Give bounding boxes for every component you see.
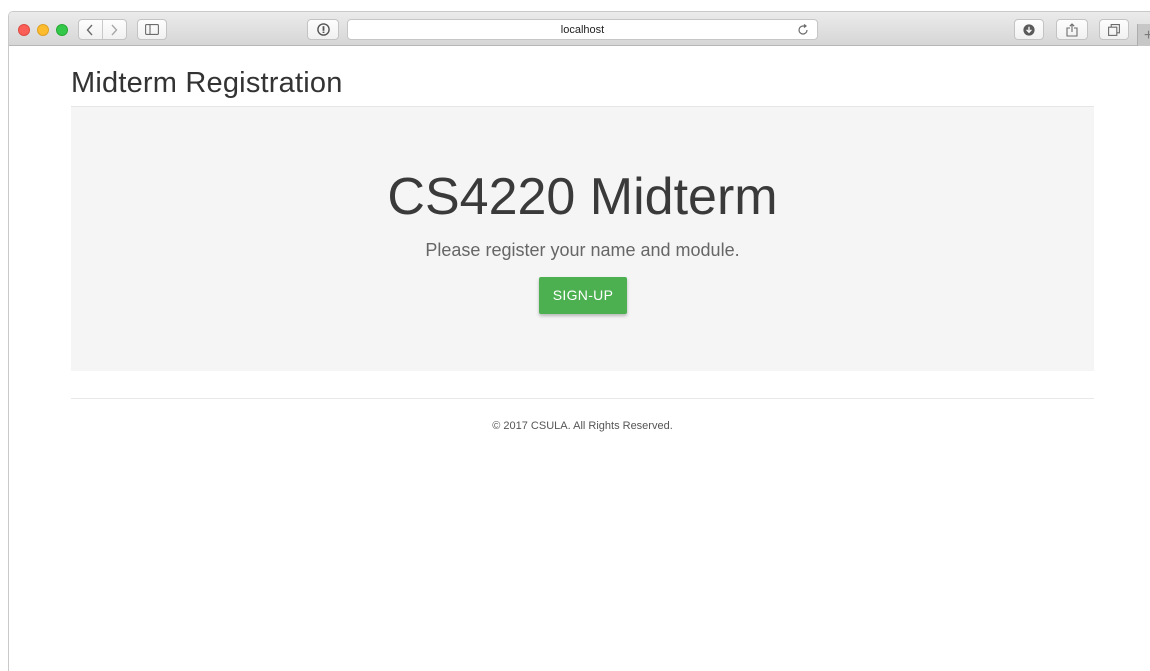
chevron-right-icon [111,24,118,35]
zoom-window-button[interactable] [56,24,68,36]
sidebar-button[interactable] [137,19,167,40]
sign-up-button[interactable]: SIGN-UP [539,277,627,314]
chevron-left-icon [86,24,93,35]
back-forward-group [78,19,127,40]
minimize-window-button[interactable] [37,24,49,36]
reload-icon[interactable] [796,23,810,37]
download-icon [1023,23,1035,36]
jumbotron-lead: Please register your name and module. [425,240,740,260]
footer-copyright: © 2017 CSULA. All Rights Reserved. [492,420,673,432]
page-title: Midterm Registration [71,67,343,99]
browser-toolbar: localhost + [9,12,1150,46]
jumbotron: CS4220 Midterm Please register your name… [71,107,1094,371]
share-icon [1066,22,1078,37]
tabs-icon [1108,23,1120,36]
jumbotron-heading: CS4220 Midterm [387,168,778,226]
share-button[interactable] [1056,19,1088,40]
address-bar[interactable]: localhost [347,19,818,40]
close-window-button[interactable] [18,24,30,36]
tab-overview-button[interactable] [1099,19,1129,40]
footer-divider [71,398,1094,399]
new-tab-button[interactable]: + [1137,24,1150,46]
forward-button[interactable] [103,20,126,39]
sidebar-icon [145,24,159,35]
browser-window: localhost + Midterm Registration CS4220 … [8,11,1150,671]
privacy-button[interactable] [307,19,339,40]
address-text: localhost [560,24,605,36]
back-button[interactable] [79,20,103,39]
shield-icon [316,23,330,36]
downloads-button[interactable] [1014,19,1044,40]
